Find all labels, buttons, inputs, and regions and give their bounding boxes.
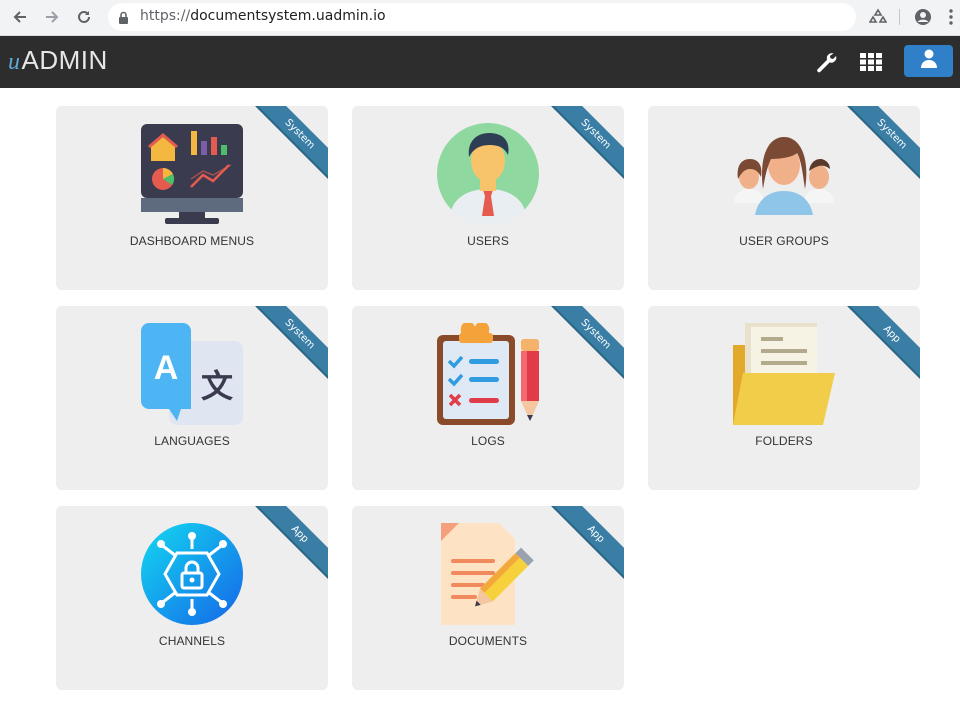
ribbon-badge: System bbox=[549, 306, 624, 381]
channel-network-icon bbox=[141, 523, 243, 625]
user-avatar-icon bbox=[437, 123, 539, 225]
apps-grid-icon[interactable] bbox=[857, 48, 885, 76]
ribbon-badge: System bbox=[253, 306, 328, 381]
address-bar[interactable]: https://documentsystem.uadmin.io bbox=[108, 3, 856, 31]
card-channels[interactable]: CHANNELS App bbox=[56, 506, 328, 690]
folder-icon bbox=[733, 323, 835, 425]
uadmin-logo[interactable]: uADMIN bbox=[8, 45, 108, 77]
card-label: LANGUAGES bbox=[154, 434, 230, 448]
extension-icon[interactable] bbox=[866, 5, 890, 29]
forward-icon[interactable] bbox=[39, 5, 65, 29]
card-logs[interactable]: LOGS System bbox=[352, 306, 624, 490]
menu-icon[interactable] bbox=[944, 5, 958, 29]
dashboard-monitor-icon bbox=[141, 123, 243, 225]
card-languages[interactable]: A 文 LANGUAGES System bbox=[56, 306, 328, 490]
back-icon[interactable] bbox=[7, 5, 33, 29]
card-label: LOGS bbox=[471, 434, 505, 448]
card-label: CHANNELS bbox=[158, 634, 226, 648]
svg-text:文: 文 bbox=[201, 367, 233, 405]
ribbon-badge: App bbox=[549, 506, 624, 581]
card-label: USER GROUPS bbox=[739, 234, 829, 248]
browser-toolbar: https://documentsystem.uadmin.io bbox=[0, 0, 960, 36]
ribbon-badge: App bbox=[845, 306, 920, 381]
url-text: https://documentsystem.uadmin.io bbox=[140, 8, 386, 24]
translate-icon: A 文 bbox=[141, 323, 243, 425]
card-documents[interactable]: DOCUMENTS App bbox=[352, 506, 624, 690]
ribbon-badge: System bbox=[549, 106, 624, 181]
toolbar-divider bbox=[899, 9, 900, 25]
card-label: DASHBOARD MENUS bbox=[129, 234, 255, 248]
ribbon-badge: App bbox=[253, 506, 328, 581]
card-label: DOCUMENTS bbox=[448, 634, 528, 648]
card-folders[interactable]: FOLDERS App bbox=[648, 306, 920, 490]
reload-icon[interactable] bbox=[71, 5, 97, 29]
card-users[interactable]: USERS System bbox=[352, 106, 624, 290]
app-header: uADMIN bbox=[0, 36, 960, 88]
svg-text:A: A bbox=[154, 349, 179, 387]
user-icon bbox=[920, 49, 938, 73]
card-dashboard-menus[interactable]: DASHBOARD MENUS System bbox=[56, 106, 328, 290]
document-pencil-icon bbox=[437, 523, 539, 625]
model-grid: DASHBOARD MENUS System USERS System USER… bbox=[56, 106, 920, 690]
card-user-groups[interactable]: USER GROUPS System bbox=[648, 106, 920, 290]
lock-icon bbox=[118, 10, 129, 29]
profile-icon[interactable] bbox=[911, 5, 935, 29]
checklist-clipboard-icon bbox=[437, 323, 539, 425]
ribbon-badge: System bbox=[845, 106, 920, 181]
user-group-icon bbox=[733, 123, 835, 225]
user-menu-button[interactable] bbox=[904, 45, 953, 77]
ribbon-badge: System bbox=[253, 106, 328, 181]
card-label: USERS bbox=[467, 234, 509, 248]
wrench-icon[interactable] bbox=[812, 48, 840, 76]
card-label: FOLDERS bbox=[755, 434, 813, 448]
